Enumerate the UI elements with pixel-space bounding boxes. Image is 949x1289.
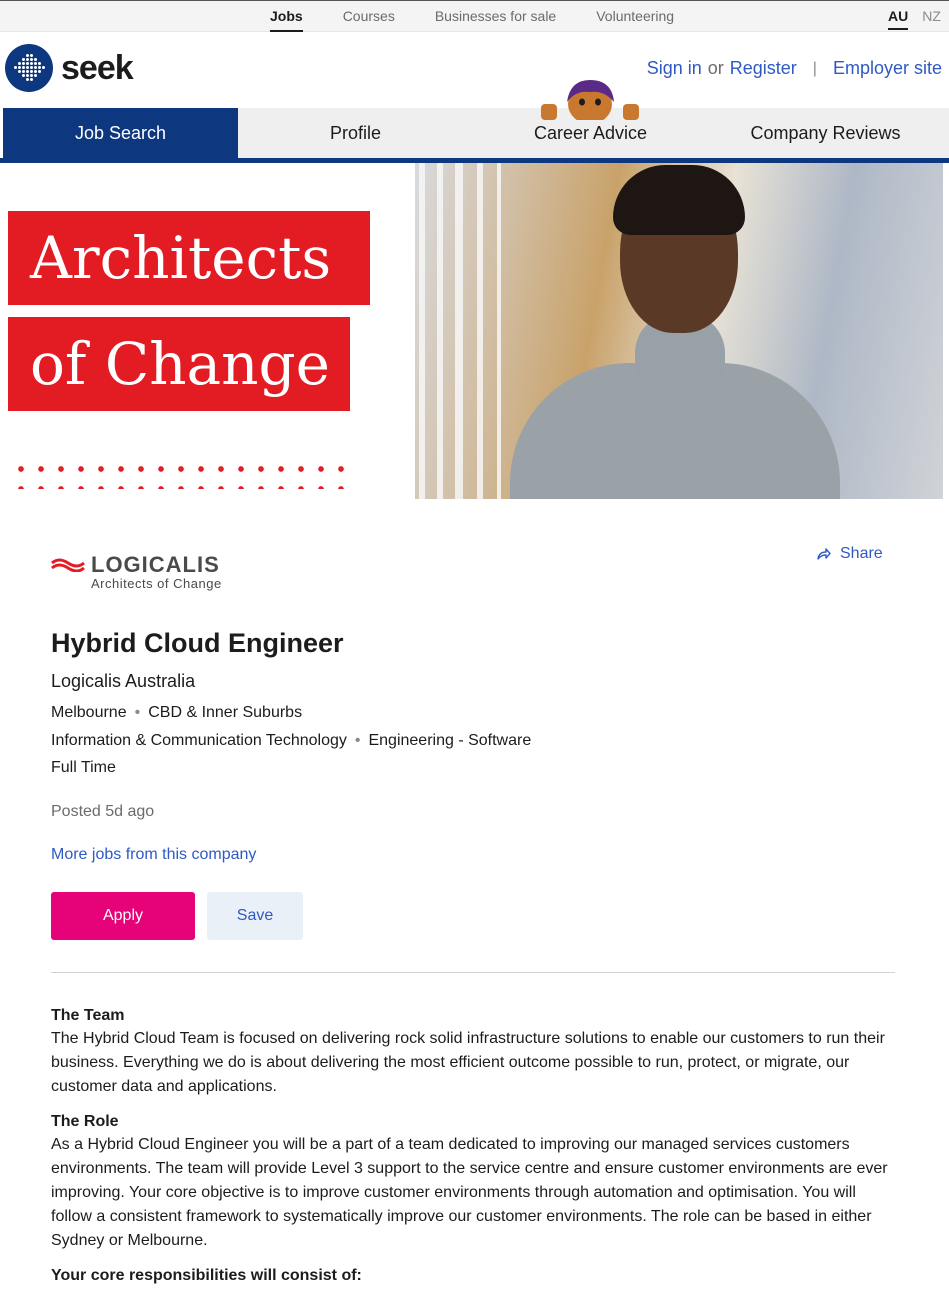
banner-left: Architects of Change — [3, 163, 415, 499]
role-heading: The Role — [51, 1113, 119, 1130]
logo-text: seek — [61, 48, 134, 87]
team-body: The Hybrid Cloud Team is focused on deli… — [51, 1030, 885, 1095]
posted-date: Posted 5d ago — [51, 803, 155, 820]
location-text: Melbourne — [51, 704, 127, 721]
company-logo-tagline: Architects of Change — [91, 576, 222, 591]
seek-logo[interactable]: seek — [5, 44, 134, 92]
team-heading: The Team — [51, 1007, 125, 1024]
job-work-type: Full Time — [51, 759, 116, 776]
register-link[interactable]: Register — [730, 58, 797, 79]
tab-company-reviews[interactable]: Company Reviews — [708, 108, 943, 158]
share-icon — [817, 548, 831, 560]
company-banner: Architects of Change — [3, 163, 943, 499]
job-title: Hybrid Cloud Engineer — [51, 628, 344, 658]
header-separator: | — [812, 59, 817, 77]
responsibilities-heading: Your core responsibilities will consist … — [51, 1267, 362, 1284]
area-text: CBD & Inner Suburbs — [148, 704, 303, 721]
banner-photo — [415, 163, 943, 499]
sign-in-link[interactable]: Sign in — [647, 58, 702, 79]
share-button[interactable]: Share — [817, 545, 883, 563]
banner-dots — [11, 459, 351, 489]
site-links: Jobs Courses Businesses for sale Volunte… — [270, 1, 714, 33]
role-body: As a Hybrid Cloud Engineer you will be a… — [51, 1136, 888, 1249]
classification-text: Information & Communication Technology — [51, 732, 347, 749]
tab-job-search[interactable]: Job Search — [3, 108, 238, 158]
top-link-volunteering[interactable]: Volunteering — [596, 1, 674, 33]
logicalis-wave-icon — [51, 558, 85, 572]
top-link-jobs[interactable]: Jobs — [270, 1, 303, 33]
or-text: or — [707, 58, 724, 78]
job-description: The Team The Hybrid Cloud Team is focuse… — [51, 1005, 897, 1287]
banner-line-2: of Change — [8, 317, 350, 411]
banner-line-1: Architects — [8, 211, 370, 305]
auth-links: Sign in or Register | Employer site — [647, 58, 942, 79]
locale-nz[interactable]: NZ — [922, 1, 941, 31]
top-strip: Jobs Courses Businesses for sale Volunte… — [0, 0, 949, 32]
top-link-courses[interactable]: Courses — [343, 1, 395, 33]
job-location: Melbourne • CBD & Inner Suburbs — [51, 704, 303, 721]
divider — [51, 972, 895, 973]
locale-switcher: AU NZ — [888, 1, 949, 31]
company-logo-name: LOGICALIS — [91, 552, 220, 577]
locale-au[interactable]: AU — [888, 1, 909, 31]
employer-site-link[interactable]: Employer site — [833, 58, 942, 79]
mascot-icon — [541, 80, 639, 120]
subclassification-text: Engineering - Software — [368, 732, 532, 749]
tab-profile[interactable]: Profile — [238, 108, 473, 158]
share-label: Share — [840, 545, 883, 562]
company-logo: LOGICALIS Architects of Change — [51, 552, 222, 591]
main-nav: Job Search Profile Career Advice Company… — [0, 108, 949, 163]
job-classification: Information & Communication Technology • E… — [51, 732, 532, 749]
save-button[interactable]: Save — [207, 892, 303, 940]
apply-button[interactable]: Apply — [51, 892, 195, 940]
advertiser-name[interactable]: Logicalis Australia — [51, 671, 195, 692]
more-jobs-link[interactable]: More jobs from this company — [51, 846, 256, 864]
seek-logo-icon — [5, 44, 53, 92]
top-link-businesses[interactable]: Businesses for sale — [435, 1, 556, 33]
